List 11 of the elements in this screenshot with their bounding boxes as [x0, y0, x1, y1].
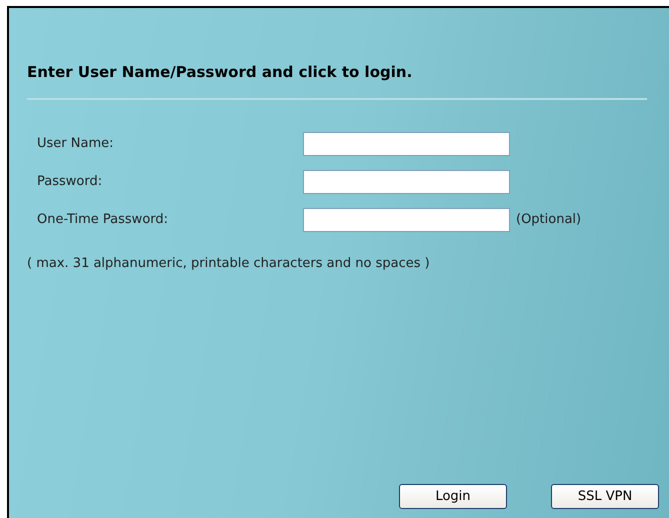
input-field[interactable]	[303, 170, 510, 194]
ssl-vpn-button[interactable]: SSL VPN	[551, 484, 659, 509]
optional-note: (Optional)	[516, 211, 582, 230]
field-label: One-Time Password:	[37, 211, 170, 230]
input-field[interactable]	[303, 208, 510, 232]
hint-text: ( max. 31 alphanumeric, printable characters and no spaces )	[27, 255, 431, 273]
field-label: Password:	[37, 173, 104, 192]
input-field[interactable]	[303, 132, 510, 156]
panel-heading: Enter User Name/Password and click to login.	[27, 62, 414, 83]
login-button[interactable]: Login	[399, 484, 507, 509]
field-label: User Name:	[37, 135, 114, 154]
